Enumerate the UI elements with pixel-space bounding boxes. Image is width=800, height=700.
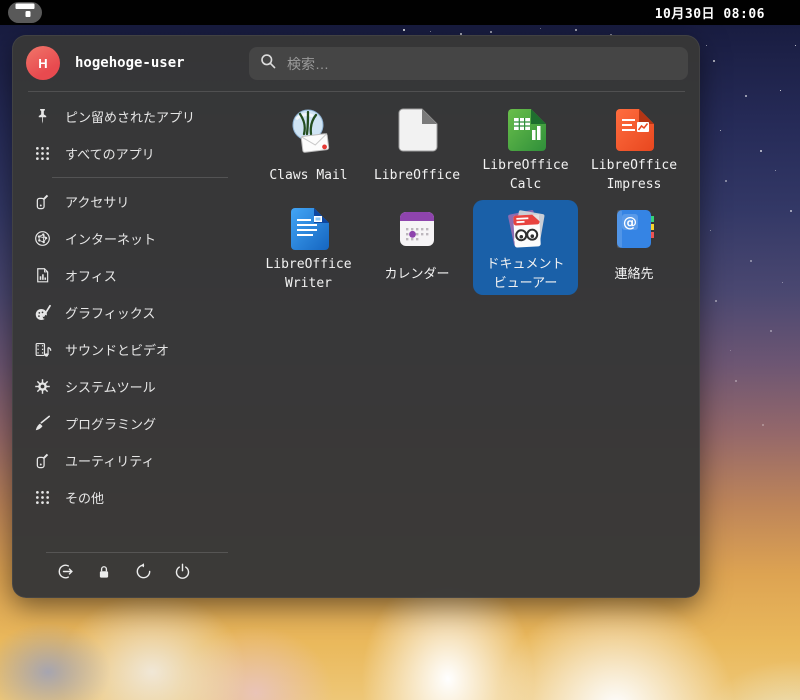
sidebar-item-label: システムツール (65, 380, 156, 395)
libreoffice-writer-icon (285, 205, 333, 253)
sidebar-category-other[interactable]: その他 (28, 479, 228, 516)
svg-text:@: @ (623, 215, 637, 231)
contacts-icon: @ (610, 205, 658, 253)
app-label: 連絡先 (614, 266, 654, 282)
sidebar-category-internet[interactable]: インターネット (28, 220, 228, 257)
search-icon (259, 52, 277, 75)
network-globe-icon (32, 229, 52, 249)
sidebar-category-programming[interactable]: プログラミング (28, 405, 228, 442)
session-buttons (28, 559, 228, 589)
logout-button[interactable] (50, 559, 80, 589)
utility-knife-icon (32, 451, 52, 471)
app-label: LibreOffice Calc (482, 158, 569, 192)
power-button[interactable] (167, 559, 197, 589)
clock[interactable]: 10月30日 08:06 (655, 0, 765, 25)
libreoffice-icon (393, 106, 441, 154)
claws-mail-icon (285, 106, 333, 154)
sidebar-category-office[interactable]: オフィス (28, 257, 228, 294)
libreoffice-calc-icon (502, 106, 550, 154)
sidebar-category-system-tools[interactable]: システムツール (28, 368, 228, 405)
sidebar-divider (52, 177, 228, 178)
app-label: LibreOffice Writer (265, 257, 352, 291)
sidebar-item-label: グラフィックス (65, 306, 156, 321)
lock-button[interactable] (89, 559, 119, 589)
app-tile-document-viewer[interactable]: ドキュメント ビューアー (473, 200, 578, 295)
app-label: ドキュメント ビューアー (486, 257, 565, 291)
sidebar-item-label: オフィス (65, 269, 117, 284)
pin-icon (32, 107, 52, 127)
sidebar-item-label: アクセサリ (65, 195, 130, 210)
sidebar-item-label: ユーティリティ (65, 454, 155, 469)
sidebar-category-sound-video[interactable]: サウンドとビデオ (28, 331, 228, 368)
sidebar-item-label: インターネット (65, 232, 157, 247)
restart-icon (134, 562, 153, 586)
search-input[interactable] (285, 54, 678, 73)
sidebar-item-pinned-apps[interactable]: ピン留めされたアプリ (28, 98, 228, 135)
app-tile-libreoffice-calc[interactable]: LibreOffice Calc (473, 101, 578, 196)
palette-icon (32, 303, 52, 323)
arcmenu-grid-icon (14, 2, 36, 23)
app-tile-libreoffice[interactable]: LibreOffice (365, 101, 470, 196)
sidebar-category-graphics[interactable]: グラフィックス (28, 294, 228, 331)
top-bar: 10月30日 08:06 (0, 0, 800, 25)
sidebar-item-label: すべてのアプリ (65, 147, 155, 162)
pen-icon (32, 414, 52, 434)
sidebar-item-label: その他 (65, 491, 105, 506)
document-viewer-icon (502, 205, 550, 253)
sidebar-bottom-divider (46, 552, 228, 553)
apps-grid-icon (32, 488, 52, 508)
app-label: LibreOffice Impress (590, 158, 678, 192)
app-menu-panel: H hogehoge-user ピン留めされたアプリ すべてのアプリ (12, 35, 700, 598)
lock-icon (95, 563, 113, 586)
sidebar-category-accessories[interactable]: アクセサリ (28, 183, 228, 220)
apps-grid-icon (32, 144, 52, 164)
sidebar: ピン留めされたアプリ すべてのアプリ アクセサリ インターネット オフィス グラ… (28, 98, 228, 589)
app-label: Claws Mail (269, 167, 348, 183)
avatar[interactable]: H (26, 46, 60, 80)
app-tile-calendar[interactable]: カレンダー (365, 200, 470, 295)
applications-menu-button[interactable] (8, 2, 42, 23)
app-label: LibreOffice (373, 167, 461, 183)
libreoffice-impress-icon (610, 106, 658, 154)
office-document-icon (32, 266, 52, 286)
app-tile-libreoffice-impress[interactable]: LibreOffice Impress (582, 101, 687, 196)
username: hogehoge-user (75, 55, 185, 71)
header-divider (28, 91, 685, 92)
logout-icon (56, 562, 75, 586)
app-tile-libreoffice-writer[interactable]: LibreOffice Writer (256, 200, 361, 295)
app-label: カレンダー (384, 266, 450, 282)
sidebar-item-label: プログラミング (65, 417, 157, 432)
app-grid: Claws Mail LibreOffice LibreOffice Calc L… (256, 101, 687, 295)
app-tile-contacts[interactable]: @ 連絡先 (582, 200, 687, 295)
calendar-icon (393, 205, 441, 253)
sidebar-category-utilities[interactable]: ユーティリティ (28, 442, 228, 479)
desktop: 10月30日 08:06 H hogehoge-user ピン留めされたアプリ (0, 0, 800, 700)
search-box[interactable] (249, 47, 688, 80)
app-tile-claws-mail[interactable]: Claws Mail (256, 101, 361, 196)
utility-knife-icon (32, 192, 52, 212)
sidebar-item-label: サウンドとビデオ (65, 343, 170, 358)
power-icon (173, 562, 192, 586)
sidebar-item-all-apps[interactable]: すべてのアプリ (28, 135, 228, 172)
sidebar-item-label: ピン留めされたアプリ (65, 110, 196, 125)
restart-button[interactable] (128, 559, 158, 589)
gear-icon (32, 377, 52, 397)
media-icon (32, 340, 52, 360)
